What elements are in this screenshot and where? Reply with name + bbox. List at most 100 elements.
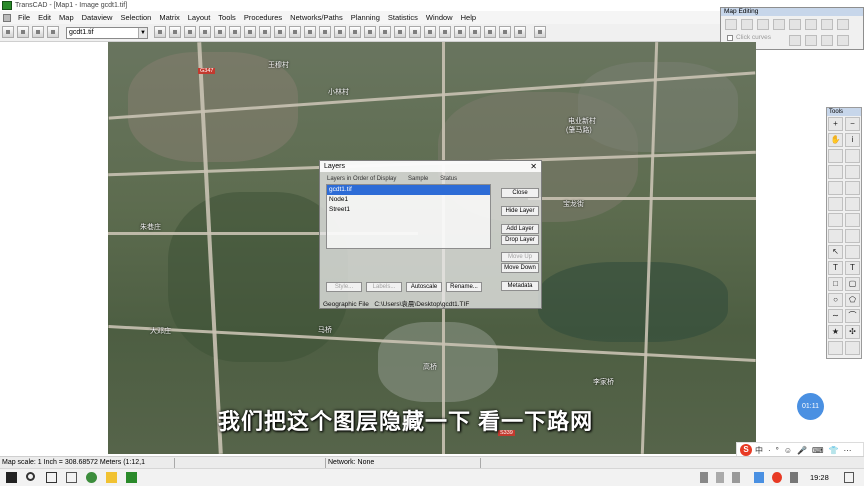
dataview-icon[interactable] — [154, 26, 166, 38]
tray-app-icon[interactable] — [754, 472, 764, 483]
select-by-polygon-icon[interactable] — [214, 26, 226, 38]
menu-layout[interactable]: Layout — [184, 13, 215, 22]
chevron-down-icon[interactable]: ▼ — [138, 28, 147, 38]
menu-edit[interactable]: Edit — [34, 13, 55, 22]
ime-punctuation-icon[interactable]: · — [768, 446, 771, 455]
undo-edit-icon[interactable] — [789, 35, 801, 46]
menu-networks-paths[interactable]: Networks/Paths — [286, 13, 347, 22]
query-icon[interactable] — [244, 26, 256, 38]
network-tool-icon[interactable] — [828, 181, 843, 195]
lock-icon[interactable] — [845, 213, 860, 227]
ime-skin-icon[interactable]: 👕 — [829, 446, 839, 455]
ime-emoji-icon[interactable]: ☺ — [784, 446, 792, 455]
select-by-pointing-icon[interactable] — [184, 26, 196, 38]
overlay-icon[interactable] — [364, 26, 376, 38]
cancel-edits-icon[interactable] — [837, 35, 849, 46]
arc-icon[interactable]: ⌒ — [845, 309, 860, 323]
menu-tools[interactable]: Tools — [214, 13, 240, 22]
sogou-logo-icon[interactable]: S — [740, 444, 752, 456]
pan-icon[interactable]: ✋ — [828, 133, 843, 147]
frame-icon[interactable] — [845, 341, 860, 355]
transcad-taskbar-icon[interactable] — [126, 472, 137, 483]
ime-keyboard-icon[interactable]: ⌨ — [812, 446, 824, 455]
move-node-icon[interactable] — [741, 19, 753, 30]
add-link-icon[interactable] — [773, 19, 785, 30]
recording-timer[interactable]: 01:11 — [797, 393, 824, 420]
layers-list[interactable]: gcdt1.tif Node1 Street1 — [326, 184, 491, 249]
network-tray-icon[interactable] — [716, 472, 724, 483]
layer-row[interactable]: gcdt1.tif — [327, 185, 490, 195]
ime-menu-icon[interactable]: ⋯ — [844, 446, 852, 455]
zoom-in-icon[interactable]: + — [828, 117, 843, 131]
shortest-path-icon[interactable] — [334, 26, 346, 38]
close-icon[interactable]: ✕ — [530, 161, 537, 172]
layer-row[interactable]: Street1 — [327, 205, 490, 215]
info-icon[interactable]: i — [845, 133, 860, 147]
file-explorer-icon[interactable] — [106, 472, 117, 483]
add-layer-button[interactable]: Add Layer — [501, 224, 539, 234]
document-system-menu-icon[interactable] — [3, 13, 11, 22]
style-button[interactable]: Style... — [326, 282, 362, 292]
metadata-button[interactable]: Metadata — [501, 281, 539, 291]
delete-node-icon[interactable] — [757, 19, 769, 30]
link-tool-icon[interactable] — [845, 197, 860, 211]
polyline-icon[interactable]: ∼ — [828, 309, 843, 323]
select-by-circle-icon[interactable] — [199, 26, 211, 38]
map-layers-icon[interactable] — [274, 26, 286, 38]
menu-statistics[interactable]: Statistics — [384, 13, 422, 22]
taskbar-clock[interactable]: 19:28 — [810, 473, 829, 482]
input-method-icon[interactable] — [790, 472, 798, 483]
menu-window[interactable]: Window — [422, 13, 457, 22]
click-curves-checkbox[interactable] — [727, 35, 733, 41]
menu-planning[interactable]: Planning — [347, 13, 384, 22]
reshape-link-icon[interactable] — [821, 19, 833, 30]
clear-selection-icon[interactable] — [229, 26, 241, 38]
desire-lines-icon[interactable] — [499, 26, 511, 38]
zoom-out-icon[interactable]: − — [845, 117, 860, 131]
scale-bar-icon[interactable] — [845, 165, 860, 179]
north-arrow-icon[interactable]: ✣ — [845, 325, 860, 339]
path-tool-icon[interactable] — [845, 181, 860, 195]
menu-file[interactable]: File — [14, 13, 34, 22]
drop-layer-button[interactable]: Drop Layer — [501, 235, 539, 245]
merge-icon[interactable] — [394, 26, 406, 38]
star-icon[interactable]: ★ — [828, 325, 843, 339]
sogou-tray-icon[interactable] — [772, 472, 782, 483]
save-icon[interactable] — [32, 26, 44, 38]
ime-microphone-icon[interactable]: 🎤 — [797, 446, 807, 455]
move-up-button[interactable]: Move Up — [501, 252, 539, 262]
task-view-icon[interactable] — [46, 472, 57, 483]
rounded-rectangle-icon[interactable]: ▢ — [845, 277, 860, 291]
menu-procedures[interactable]: Procedures — [240, 13, 286, 22]
layout-icon[interactable] — [534, 26, 546, 38]
close-button[interactable]: Close — [501, 188, 539, 198]
text-rotate-icon[interactable]: T — [845, 261, 860, 275]
join-link-icon[interactable] — [805, 19, 817, 30]
new-file-icon[interactable] — [2, 26, 14, 38]
save-edits-icon[interactable] — [821, 35, 833, 46]
menu-selection[interactable]: Selection — [116, 13, 155, 22]
split-link-icon[interactable] — [789, 19, 801, 30]
menu-matrix[interactable]: Matrix — [155, 13, 183, 22]
redo-edit-icon[interactable] — [805, 35, 817, 46]
move-down-button[interactable]: Move Down — [501, 263, 539, 273]
legend-icon[interactable] — [289, 26, 301, 38]
pointer-icon[interactable]: ↖ — [828, 245, 843, 259]
menu-map[interactable]: Map — [55, 13, 78, 22]
matrix-icon[interactable] — [424, 26, 436, 38]
chrome-icon[interactable] — [86, 472, 97, 483]
network-icon[interactable] — [319, 26, 331, 38]
volume-icon[interactable] — [732, 472, 740, 483]
chart-icon[interactable] — [514, 26, 526, 38]
assignment-icon[interactable] — [469, 26, 481, 38]
locate-icon[interactable] — [259, 26, 271, 38]
notifications-icon[interactable] — [844, 472, 854, 483]
rectangle-icon[interactable]: □ — [828, 277, 843, 291]
grid-icon[interactable] — [439, 26, 451, 38]
table-icon[interactable] — [169, 26, 181, 38]
flow-map-icon[interactable] — [484, 26, 496, 38]
polygon-icon[interactable]: ⬠ — [845, 293, 860, 307]
label-tool-icon[interactable] — [828, 165, 843, 179]
labels-button[interactable]: Labels... — [366, 282, 402, 292]
circle-icon[interactable]: ○ — [828, 293, 843, 307]
